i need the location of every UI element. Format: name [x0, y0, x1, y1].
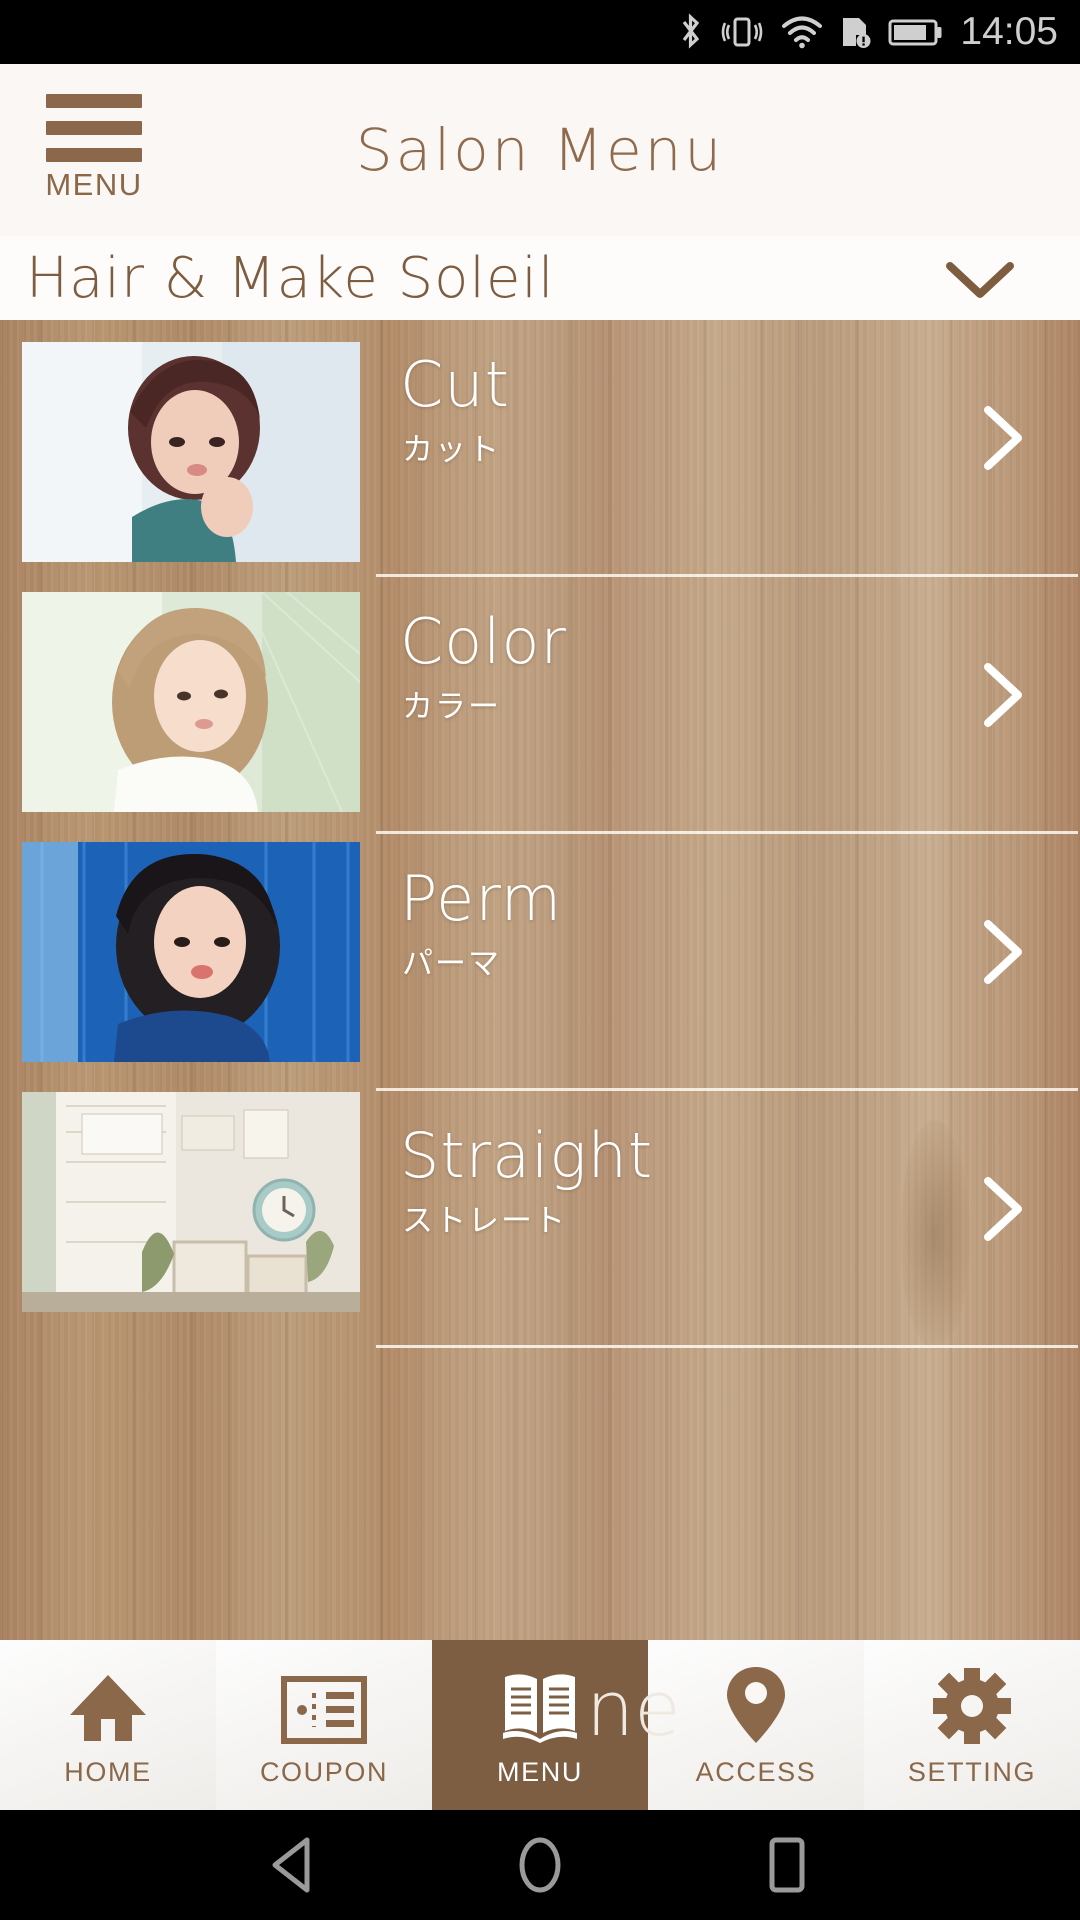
- menu-row-cut[interactable]: Cut カット: [370, 320, 1080, 574]
- chevron-down-icon[interactable]: [942, 254, 1018, 304]
- tab-label: HOME: [64, 1756, 152, 1787]
- menu-content-area: Cut カット Color カラー Perm パーマ Straight ストレー…: [0, 320, 1080, 1640]
- sd-card-warning-icon: [843, 18, 871, 48]
- system-navigation-bar: [0, 1810, 1080, 1920]
- page-title: Salon Menu: [355, 116, 725, 184]
- hamburger-menu-label: MENU: [45, 167, 143, 202]
- salon-selector[interactable]: Hair & Make Soleil: [0, 236, 1080, 320]
- bottom-tab-bar: HOME COUPON MENU ne ACCESS SETTING: [0, 1640, 1080, 1810]
- house-icon: [68, 1663, 148, 1745]
- thumbnail-column: [0, 320, 370, 1640]
- thumbnail-straight[interactable]: [22, 1092, 360, 1312]
- menu-item-subtitle: パーマ: [402, 946, 501, 982]
- menu-item-subtitle: カラー: [402, 689, 501, 725]
- thumbnail-perm[interactable]: [22, 842, 360, 1062]
- menu-item-subtitle: カット: [402, 432, 501, 468]
- chevron-right-icon: [984, 663, 1022, 727]
- tab-label: MENU: [497, 1756, 583, 1787]
- open-book-icon: [499, 1663, 581, 1745]
- status-bar-clock: 14:05: [960, 10, 1058, 53]
- tab-label: COUPON: [259, 1756, 389, 1787]
- back-button[interactable]: [265, 1836, 321, 1894]
- chevron-right-icon: [984, 920, 1022, 984]
- salon-name: Hair & Make Soleil: [26, 245, 555, 311]
- gear-icon: [932, 1663, 1012, 1745]
- tab-home[interactable]: HOME: [0, 1640, 216, 1810]
- vibrate-icon: [722, 17, 763, 47]
- row-divider: [376, 1345, 1078, 1348]
- bluetooth-icon: [683, 13, 700, 49]
- menu-item-title: Straight: [400, 1119, 654, 1192]
- map-pin-icon: [725, 1663, 787, 1745]
- home-button[interactable]: [512, 1836, 568, 1894]
- tab-label: ACCESS: [695, 1756, 817, 1787]
- chevron-right-icon: [984, 406, 1022, 470]
- menu-row-straight[interactable]: Straight ストレート: [370, 1091, 1080, 1345]
- menu-list: Cut カット Color カラー Perm パーマ Straight ストレー…: [370, 320, 1080, 1640]
- status-bar-icons: [678, 12, 944, 52]
- menu-row-color[interactable]: Color カラー: [370, 577, 1080, 831]
- tab-menu[interactable]: MENU: [432, 1640, 648, 1810]
- tab-access[interactable]: ne ACCESS: [586, 1640, 864, 1810]
- thumbnail-color[interactable]: [22, 592, 360, 812]
- wifi-icon: [782, 16, 823, 49]
- recents-button[interactable]: [759, 1836, 815, 1894]
- menu-item-title: Color: [400, 605, 567, 678]
- tab-setting[interactable]: SETTING: [864, 1640, 1080, 1810]
- status-bar: 14:05: [0, 0, 1080, 64]
- menu-row-perm[interactable]: Perm パーマ: [370, 834, 1080, 1088]
- hamburger-menu-button[interactable]: MENU: [44, 94, 144, 210]
- thumbnail-cut[interactable]: [22, 342, 360, 562]
- menu-item-title: Cut: [400, 348, 510, 421]
- ticket-icon: [281, 1663, 367, 1745]
- chevron-right-icon: [984, 1177, 1022, 1241]
- hamburger-icon: [46, 94, 142, 162]
- menu-item-subtitle: ストレート: [402, 1203, 567, 1239]
- app-screen: 14:05 Salon Menu MENU Hair & Make Soleil: [0, 0, 1080, 1920]
- app-header: Salon Menu MENU: [0, 64, 1080, 236]
- tab-label: SETTING: [907, 1756, 1037, 1787]
- battery-icon: [888, 19, 942, 46]
- tab-coupon[interactable]: COUPON: [216, 1640, 432, 1810]
- menu-item-title: Perm: [400, 862, 563, 935]
